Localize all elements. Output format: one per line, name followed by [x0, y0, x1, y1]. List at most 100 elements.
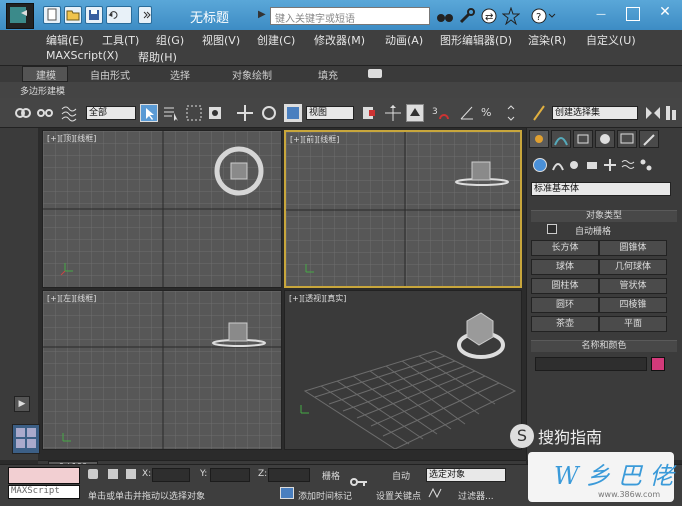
polygon-modeling-label[interactable]: 多边形建模: [20, 84, 65, 97]
modify-tab-icon[interactable]: [551, 130, 571, 148]
unlink-icon[interactable]: [36, 104, 54, 122]
torus-button[interactable]: 圆环: [531, 297, 599, 313]
rotate-icon[interactable]: [260, 104, 278, 122]
open-file-icon[interactable]: [64, 6, 82, 24]
filters-button[interactable]: 过滤器...: [458, 489, 494, 502]
link-icon[interactable]: [14, 104, 32, 122]
move-icon[interactable]: [236, 104, 254, 122]
viewport-perspective-label[interactable]: [+][透视][真实]: [289, 293, 346, 304]
cone-button[interactable]: 圆锥体: [599, 240, 667, 256]
hierarchy-tab-icon[interactable]: [573, 130, 593, 148]
menu-animation[interactable]: 动画(A): [385, 32, 423, 48]
motion-tab-icon[interactable]: [595, 130, 615, 148]
menu-customize[interactable]: 自定义(U): [586, 32, 636, 48]
viewport-layout-icon[interactable]: [12, 424, 40, 454]
helpers-icon[interactable]: [603, 158, 617, 172]
tab-object-paint[interactable]: 对象绘制: [232, 67, 272, 82]
space-warps-icon[interactable]: [621, 158, 635, 172]
utilities-tab-icon[interactable]: [639, 130, 659, 148]
tab-populate[interactable]: 填充: [318, 67, 338, 82]
key-filter-icon[interactable]: [428, 487, 442, 499]
menu-rendering[interactable]: 渲染(R): [528, 32, 566, 48]
exchange-icon[interactable]: ⇄: [480, 7, 498, 25]
new-file-icon[interactable]: [43, 6, 61, 24]
coord-z-input[interactable]: [268, 468, 310, 482]
keyboard-shortcut-override-icon[interactable]: [406, 104, 424, 122]
minimize-icon[interactable]: —: [596, 9, 610, 21]
window-crossing-icon[interactable]: [206, 104, 224, 122]
maximize-icon[interactable]: [626, 7, 640, 21]
viewport-perspective[interactable]: [+][透视][真实]: [284, 290, 522, 450]
object-color-swatch[interactable]: [651, 357, 665, 371]
menu-help[interactable]: 帮助(H): [138, 49, 177, 65]
select-and-manipulate-icon[interactable]: [384, 104, 402, 122]
play-icon[interactable]: ▶: [14, 396, 30, 412]
create-tab-icon[interactable]: [529, 130, 549, 148]
shapes-icon[interactable]: [551, 158, 565, 172]
object-name-input[interactable]: [535, 357, 647, 371]
scale-icon[interactable]: [284, 104, 302, 122]
pyramid-button[interactable]: 四棱锥: [599, 297, 667, 313]
lights-icon[interactable]: [567, 158, 581, 172]
lock-icon[interactable]: [88, 469, 98, 479]
selection-filter-select[interactable]: 全部: [86, 106, 136, 120]
tube-button[interactable]: 管状体: [599, 278, 667, 294]
search-arrow-icon[interactable]: ▶: [258, 9, 268, 21]
add-time-tag-icon[interactable]: [280, 487, 294, 499]
angle-snap-icon[interactable]: [458, 104, 476, 122]
plane-button[interactable]: 平面: [599, 316, 667, 332]
menu-views[interactable]: 视图(V): [202, 32, 240, 48]
menu-edit[interactable]: 编辑(E): [46, 32, 84, 48]
viewport-left[interactable]: [+][左][线框]: [42, 290, 282, 450]
primitive-type-select[interactable]: 标准基本体: [531, 182, 671, 196]
selected-object-select[interactable]: 选定对象: [426, 468, 506, 482]
maxscript-listener-input[interactable]: [8, 467, 80, 484]
key-icon[interactable]: [350, 477, 368, 487]
app-logo-icon[interactable]: [6, 3, 34, 29]
coord-y-input[interactable]: [210, 468, 250, 482]
viewport-top-label[interactable]: [+][顶][线框]: [47, 133, 96, 144]
viewport-front-label[interactable]: [+][前][线框]: [290, 134, 339, 145]
cylinder-button[interactable]: 圆柱体: [531, 278, 599, 294]
rectangular-selection-icon[interactable]: [185, 104, 203, 122]
menu-group[interactable]: 组(G): [156, 32, 184, 48]
systems-icon[interactable]: [639, 158, 653, 172]
tools-icon[interactable]: [458, 7, 476, 25]
add-time-tag-label[interactable]: 添加时间标记: [298, 489, 352, 502]
viewport-left-label[interactable]: [+][左][线框]: [47, 293, 96, 304]
object-type-rollout[interactable]: 对象类型: [531, 210, 677, 222]
viewport-front[interactable]: [+][前][线框]: [284, 130, 522, 288]
named-selection-select[interactable]: 创建选择集: [552, 106, 638, 120]
menu-maxscript[interactable]: MAXScript(X): [46, 49, 119, 62]
pivot-center-icon[interactable]: [360, 104, 378, 122]
close-icon[interactable]: ✕: [652, 4, 678, 24]
tab-selection[interactable]: 选择: [170, 67, 190, 82]
reference-coordinate-select[interactable]: 视图: [306, 106, 354, 120]
select-by-name-icon[interactable]: [162, 104, 180, 122]
geosphere-button[interactable]: 几何球体: [599, 259, 667, 275]
mirror-icon[interactable]: [644, 104, 662, 122]
search-input[interactable]: 键入关键字或短语: [270, 7, 430, 25]
bind-space-warp-icon[interactable]: [60, 104, 78, 122]
tab-modeling[interactable]: 建模: [36, 67, 56, 82]
binoculars-icon[interactable]: [436, 7, 454, 25]
align-icon[interactable]: [664, 104, 678, 122]
menu-graph-editors[interactable]: 图形编辑器(D): [440, 32, 512, 48]
help-icon[interactable]: ?: [530, 7, 556, 25]
name-and-color-rollout[interactable]: 名称和颜色: [531, 340, 677, 352]
star-icon[interactable]: [501, 6, 521, 26]
save-icon[interactable]: [85, 6, 103, 24]
toolbar-more-icon[interactable]: [138, 6, 152, 24]
percent-snap-icon[interactable]: %: [480, 104, 498, 122]
sphere-button[interactable]: 球体: [531, 259, 599, 275]
tab-freeform[interactable]: 自由形式: [90, 67, 130, 82]
display-tab-icon[interactable]: [617, 130, 637, 148]
menu-tools[interactable]: 工具(T): [102, 32, 139, 48]
coord-x-input[interactable]: [152, 468, 190, 482]
menu-create[interactable]: 创建(C): [257, 32, 295, 48]
autogrid-checkbox[interactable]: [547, 224, 557, 234]
menu-modifiers[interactable]: 修改器(M): [314, 32, 365, 48]
snaps-toggle-icon[interactable]: 3: [432, 104, 456, 122]
selection-lock-icon[interactable]: [108, 469, 118, 479]
cameras-icon[interactable]: [585, 158, 599, 172]
